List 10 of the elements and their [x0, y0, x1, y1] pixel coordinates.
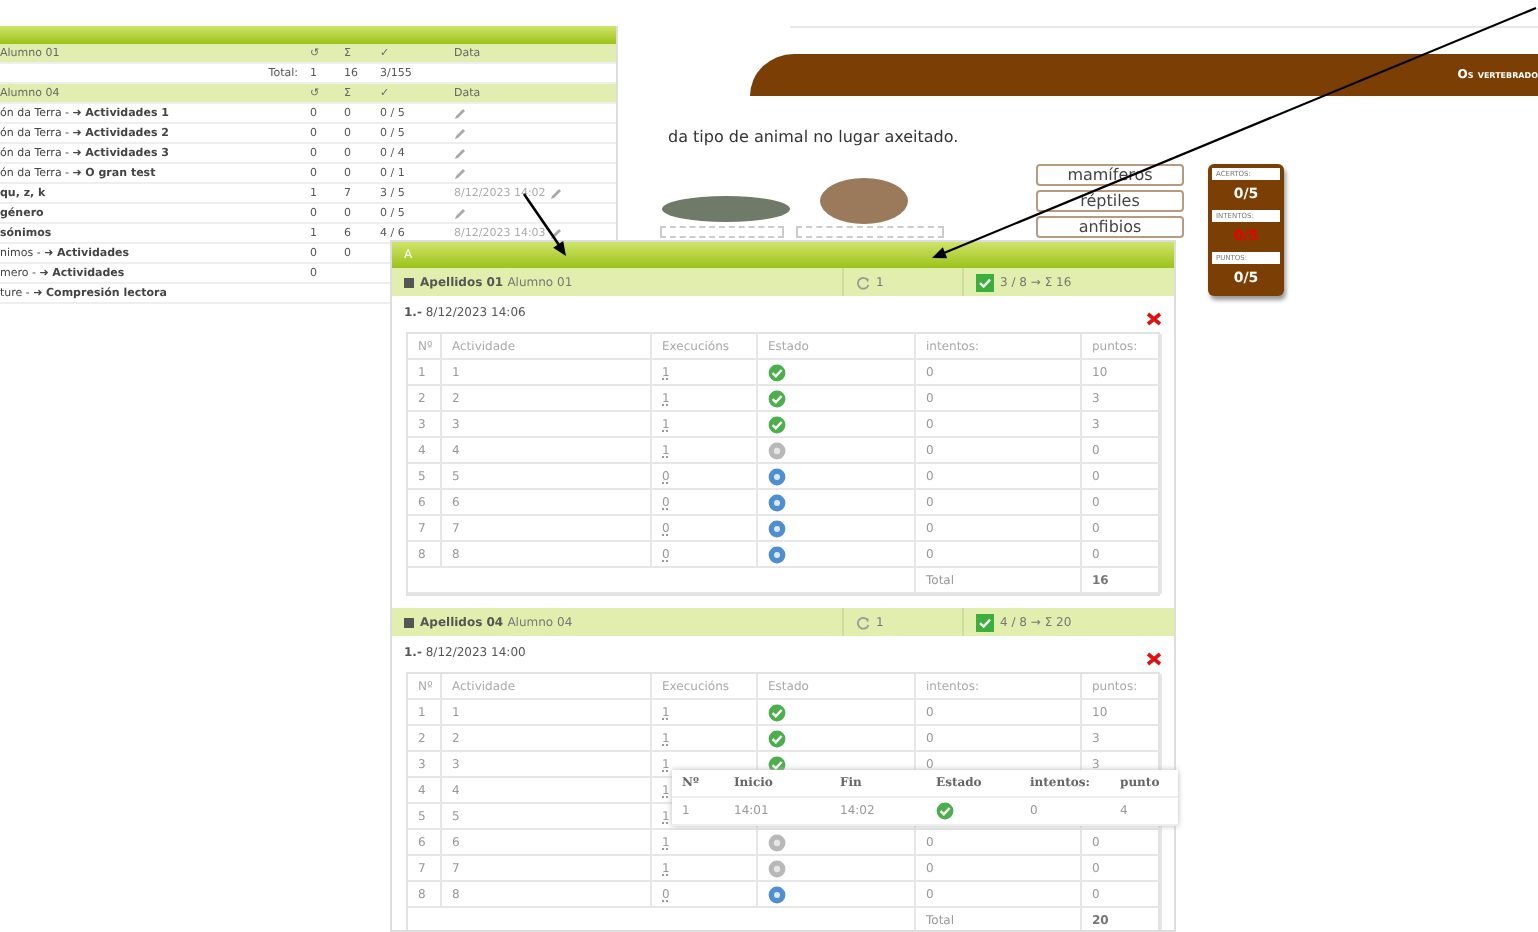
delete-button[interactable]	[1146, 651, 1162, 665]
square-icon	[404, 617, 414, 627]
refresh-icon	[856, 615, 870, 629]
word-card[interactable]: réptiles	[1036, 190, 1184, 212]
instruction-text: da tipo de animal no lugar axeitado.	[668, 128, 959, 146]
photo-placeholder	[820, 178, 908, 224]
delete-button[interactable]	[1146, 311, 1162, 325]
word-card[interactable]: anfibios	[1036, 216, 1184, 238]
square-icon	[404, 277, 414, 287]
refresh-icon	[856, 275, 870, 289]
